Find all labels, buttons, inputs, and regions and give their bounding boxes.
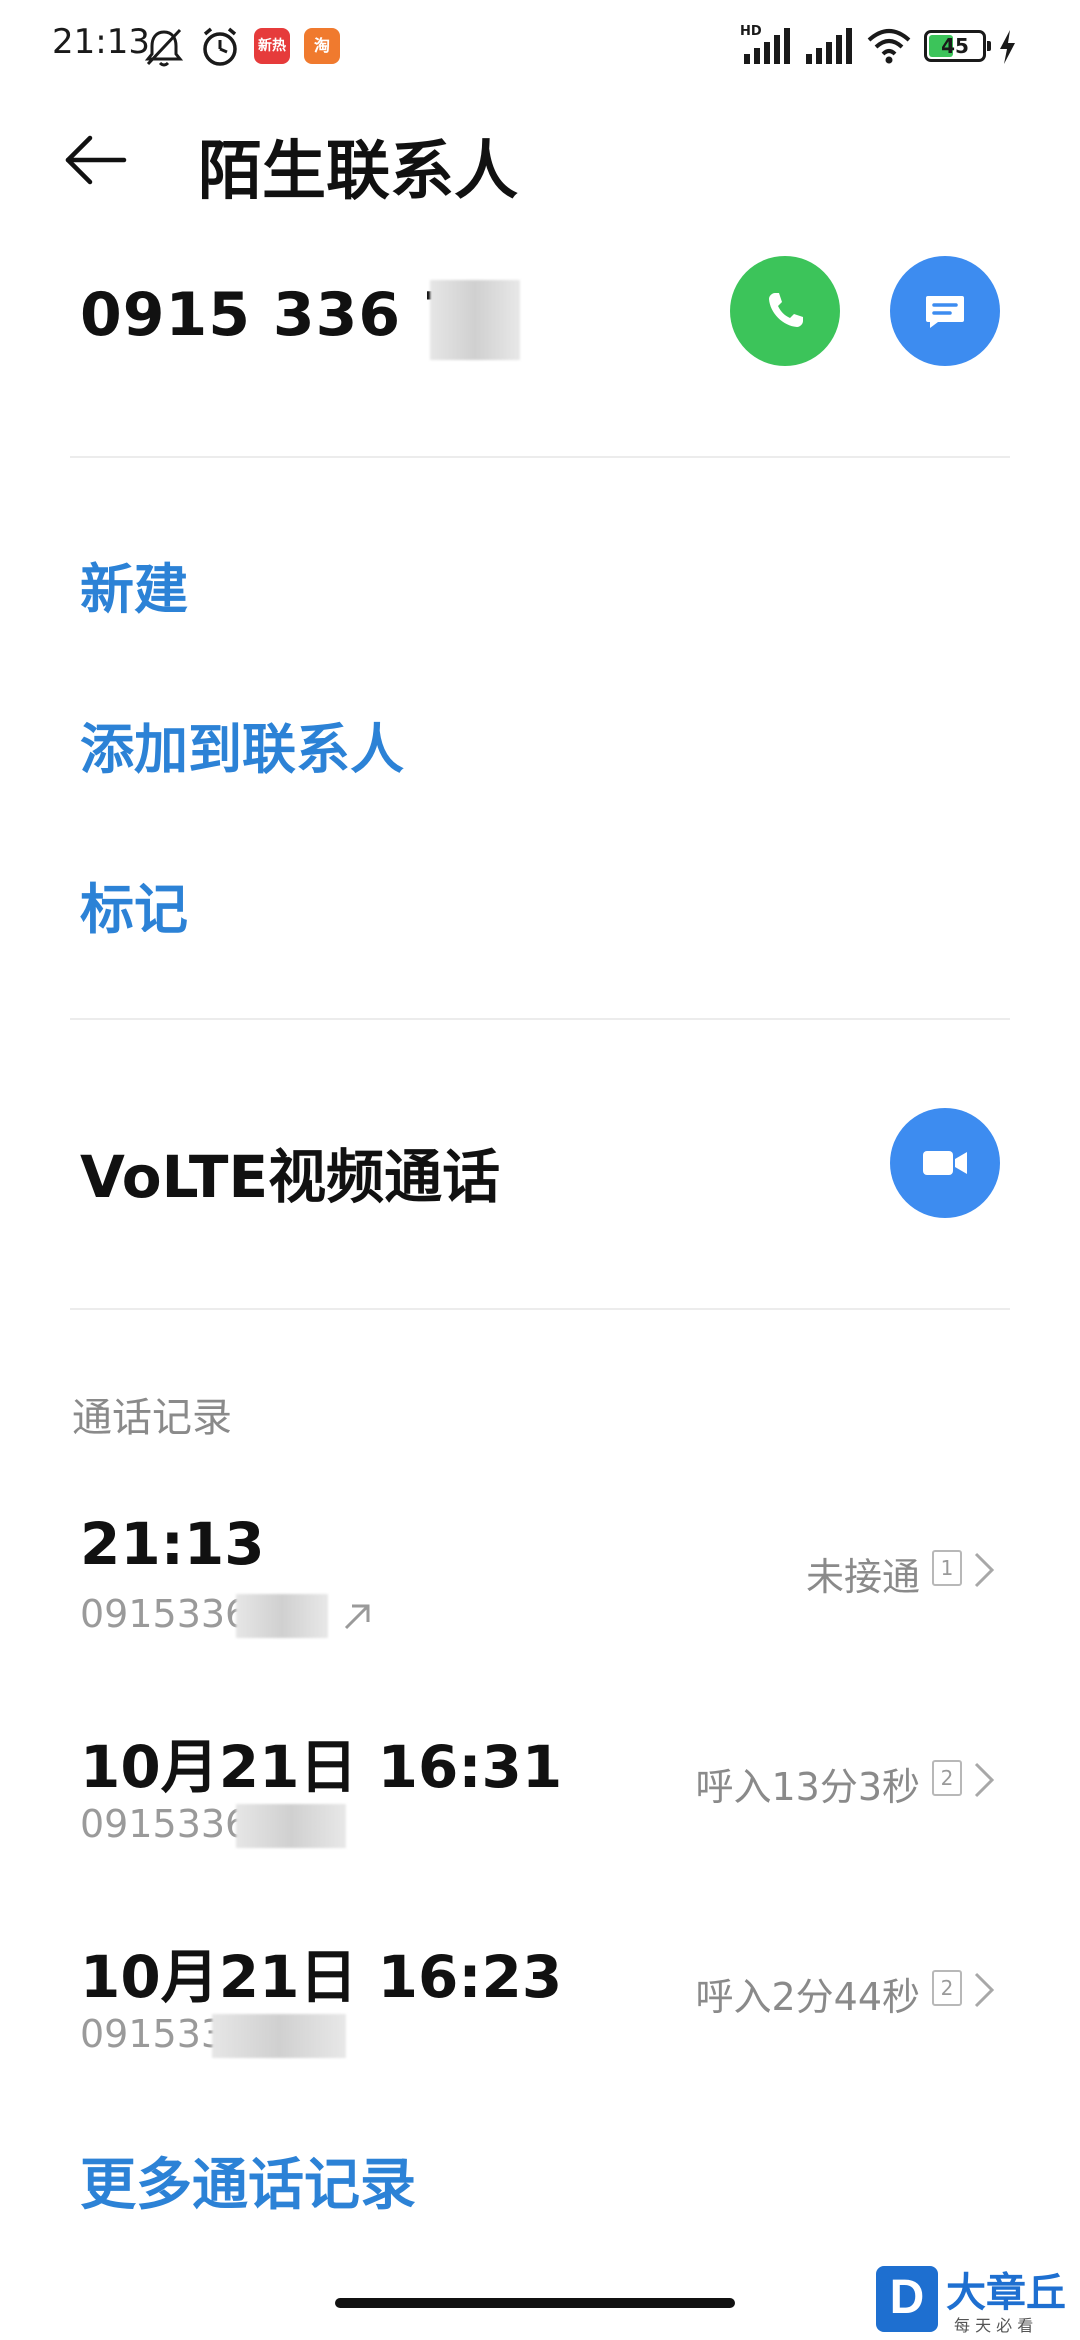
sim-badge: 2 xyxy=(932,1970,962,2006)
divider xyxy=(70,456,1010,458)
video-call-button[interactable] xyxy=(890,1108,1000,1218)
call-number: 0915336 xyxy=(80,1802,250,1846)
call-time: 10月21日 16:23 xyxy=(80,1943,563,2011)
call-log-entry[interactable]: 10月21日 16:31 0915336 呼入13分3秒 2 xyxy=(0,1720,1080,1890)
message-icon xyxy=(926,296,964,328)
watermark-logo: D 大章丘 每 天 必 看 xyxy=(876,2260,1080,2340)
sim-badge: 2 xyxy=(932,1760,962,1796)
phone-icon xyxy=(769,293,803,327)
chevron-right-icon xyxy=(974,1972,995,2008)
call-time: 10月21日 16:31 xyxy=(80,1733,563,1801)
divider xyxy=(70,1018,1010,1020)
news-app-notification-icon: 新热 xyxy=(254,28,290,64)
watermark-slogan: 每 天 必 看 xyxy=(954,2316,1034,2335)
call-status: 呼入2分44秒 xyxy=(695,1975,920,2019)
number-redaction xyxy=(236,1804,346,1848)
battery-level: 45 xyxy=(941,34,969,58)
more-call-logs-link[interactable]: 更多通话记录 xyxy=(80,2140,416,2221)
call-log-entry[interactable]: 10月21日 16:23 091533 呼入2分44秒 2 xyxy=(0,1930,1080,2100)
mark-number-link[interactable]: 标记 xyxy=(80,865,188,944)
contact-number-row: 0915 336 71 xyxy=(0,250,1080,380)
add-to-contacts-link[interactable]: 添加到联系人 xyxy=(80,705,404,784)
news-app-badge-text: 新热 xyxy=(258,38,286,54)
watermark-badge: D xyxy=(876,2266,938,2332)
shopping-app-notification-icon: 淘 xyxy=(304,28,340,64)
wifi-icon xyxy=(867,29,911,64)
number-redaction xyxy=(430,280,520,360)
chevron-right-icon xyxy=(974,1762,995,1798)
watermark-letter: D xyxy=(889,2271,925,2324)
chevron-right-icon xyxy=(974,1552,995,1588)
message-button[interactable] xyxy=(890,256,1000,366)
sim-badge: 1 xyxy=(932,1550,962,1586)
outgoing-call-arrow-icon xyxy=(344,1604,370,1630)
new-contact-link[interactable]: 新建 xyxy=(80,545,188,624)
call-time: 21:13 xyxy=(80,1510,265,1578)
mute-vibrate-icon xyxy=(144,28,184,67)
call-log-entry[interactable]: 21:13 0915336 未接通 1 xyxy=(0,1510,1080,1680)
status-time: 21:13 xyxy=(52,22,150,62)
app-bar: 陌生联系人 xyxy=(0,100,1080,220)
call-log-header: 通话记录 xyxy=(72,1395,232,1441)
number-redaction xyxy=(236,1594,328,1638)
volte-video-call-label: VoLTE视频通话 xyxy=(80,1143,501,1211)
charging-bolt-icon xyxy=(1000,30,1015,64)
home-indicator[interactable] xyxy=(335,2298,735,2308)
divider xyxy=(70,1308,1010,1310)
page-title: 陌生联系人 xyxy=(198,135,518,209)
call-detail-screen: 21:13 新热 淘 HD 45 陌生联系人 0915 336 71 新建 添加… xyxy=(0,0,1080,2340)
call-number: 0915336 xyxy=(80,1592,250,1636)
shopping-app-badge-text: 淘 xyxy=(313,36,330,55)
alarm-icon xyxy=(203,27,237,66)
watermark-name: 大章丘 xyxy=(946,2270,1066,2316)
call-number: 091533 xyxy=(80,2012,226,2056)
call-button[interactable] xyxy=(730,256,840,366)
signal-bars-icon xyxy=(806,28,852,64)
back-arrow-icon[interactable] xyxy=(60,124,132,196)
hd-signal-icon: HD xyxy=(740,24,794,68)
call-status: 未接通 xyxy=(805,1555,920,1599)
number-redaction xyxy=(212,2014,346,2058)
video-camera-icon xyxy=(923,1151,967,1175)
status-bar: 21:13 新热 淘 HD 45 xyxy=(0,0,1080,100)
battery-icon: 45 xyxy=(924,30,991,62)
call-status: 呼入13分3秒 xyxy=(695,1765,920,1809)
